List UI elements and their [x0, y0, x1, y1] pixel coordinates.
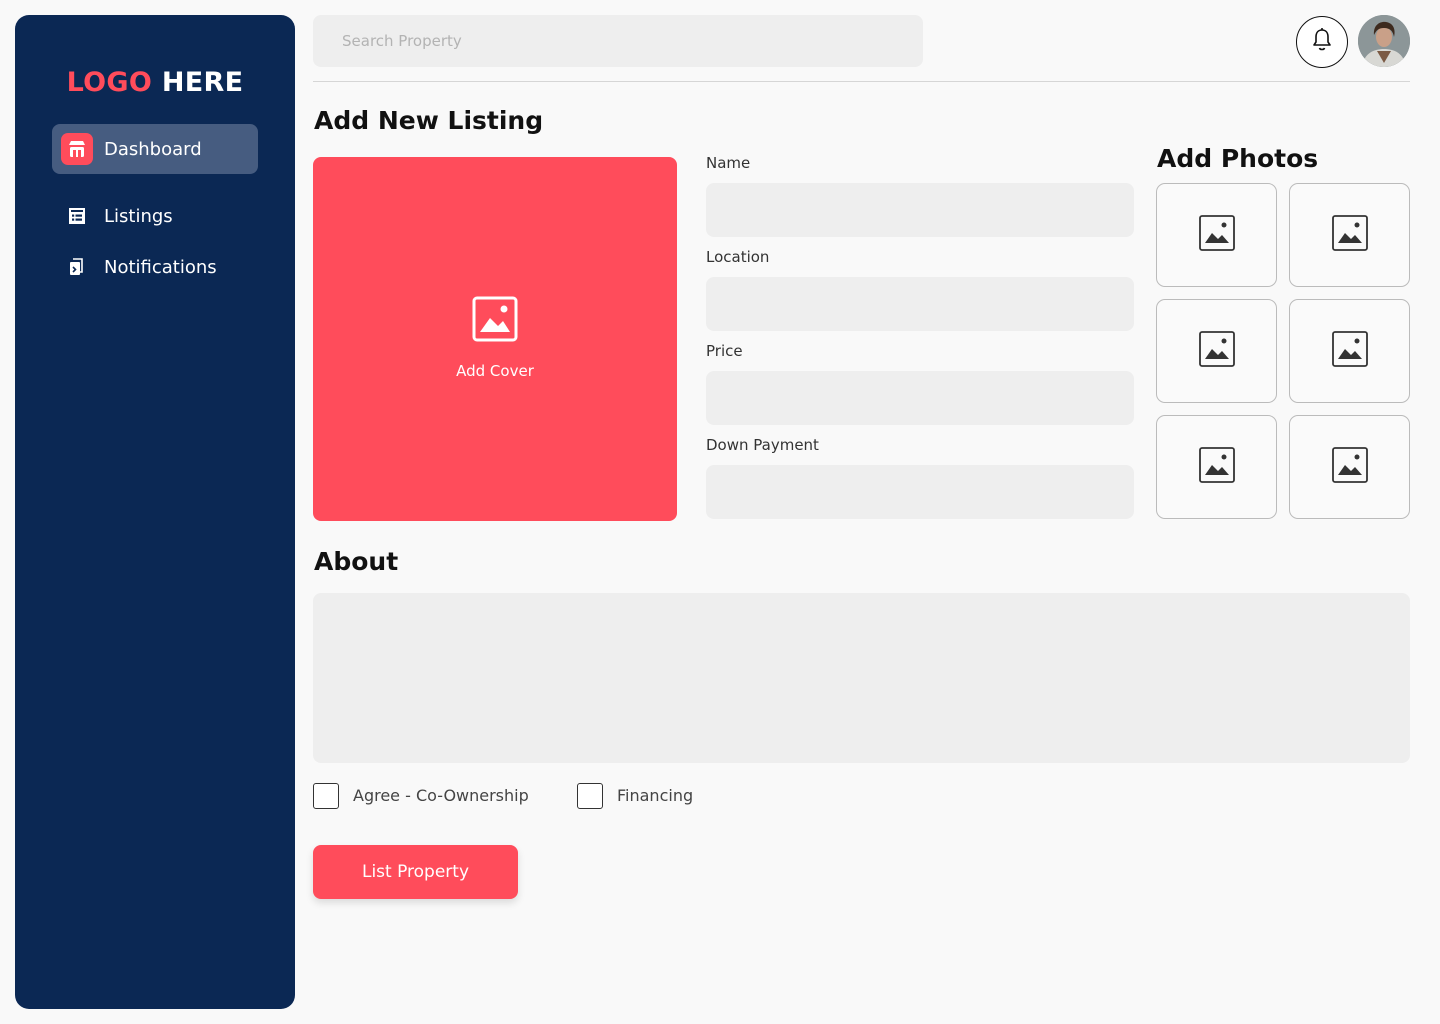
photo-slot-1[interactable] [1156, 183, 1277, 287]
image-icon [1331, 447, 1368, 487]
image-icon [1331, 331, 1368, 371]
about-title: About [314, 547, 399, 576]
photo-slot-4[interactable] [1289, 299, 1410, 403]
co-ownership-label: Agree - Co-Ownership [353, 786, 529, 805]
name-field[interactable] [706, 183, 1134, 237]
price-label: Price [706, 342, 743, 360]
name-label: Name [706, 154, 751, 172]
image-icon [1198, 215, 1235, 255]
listings-grid-icon [61, 200, 93, 232]
sidebar-item-label: Dashboard [104, 138, 202, 160]
notifications-button[interactable] [1296, 16, 1348, 68]
down-payment-field[interactable] [706, 465, 1134, 519]
bell-icon [1310, 27, 1334, 57]
image-icon [1198, 331, 1235, 371]
image-icon [1198, 447, 1235, 487]
page-title: Add New Listing [314, 106, 544, 135]
financing-label: Financing [617, 786, 694, 805]
add-cover-button[interactable]: Add Cover [313, 157, 677, 521]
sidebar: LOGO HERE Dashboard Listings Notificatio… [15, 15, 295, 1009]
sidebar-item-notifications[interactable]: Notifications [52, 242, 258, 292]
store-icon [61, 133, 93, 165]
photo-slot-6[interactable] [1289, 415, 1410, 519]
photo-slot-2[interactable] [1289, 183, 1410, 287]
image-icon [472, 296, 518, 342]
sidebar-item-label: Notifications [104, 256, 217, 278]
financing-checkbox[interactable] [577, 783, 603, 809]
sidebar-item-listings[interactable]: Listings [52, 191, 258, 241]
logo-part-2: HERE [161, 67, 244, 98]
add-photos-title: Add Photos [1157, 144, 1319, 173]
photo-slot-5[interactable] [1156, 415, 1277, 519]
header-divider [313, 81, 1410, 82]
search-input[interactable] [313, 15, 923, 67]
list-property-button[interactable]: List Property [313, 845, 518, 899]
logo-part-1: LOGO [66, 67, 153, 98]
co-ownership-checkbox[interactable] [313, 783, 339, 809]
location-label: Location [706, 248, 770, 266]
photo-slot-3[interactable] [1156, 299, 1277, 403]
sidebar-item-dashboard[interactable]: Dashboard [52, 124, 258, 174]
logo[interactable]: LOGO HERE [15, 67, 295, 98]
location-field[interactable] [706, 277, 1134, 331]
user-avatar[interactable] [1358, 15, 1410, 67]
sidebar-item-label: Listings [104, 205, 173, 227]
image-icon [1331, 215, 1368, 255]
price-field[interactable] [706, 371, 1134, 425]
about-textarea[interactable] [313, 593, 1410, 763]
notification-docs-icon [61, 251, 93, 283]
add-cover-label: Add Cover [456, 362, 534, 380]
down-payment-label: Down Payment [706, 436, 819, 454]
